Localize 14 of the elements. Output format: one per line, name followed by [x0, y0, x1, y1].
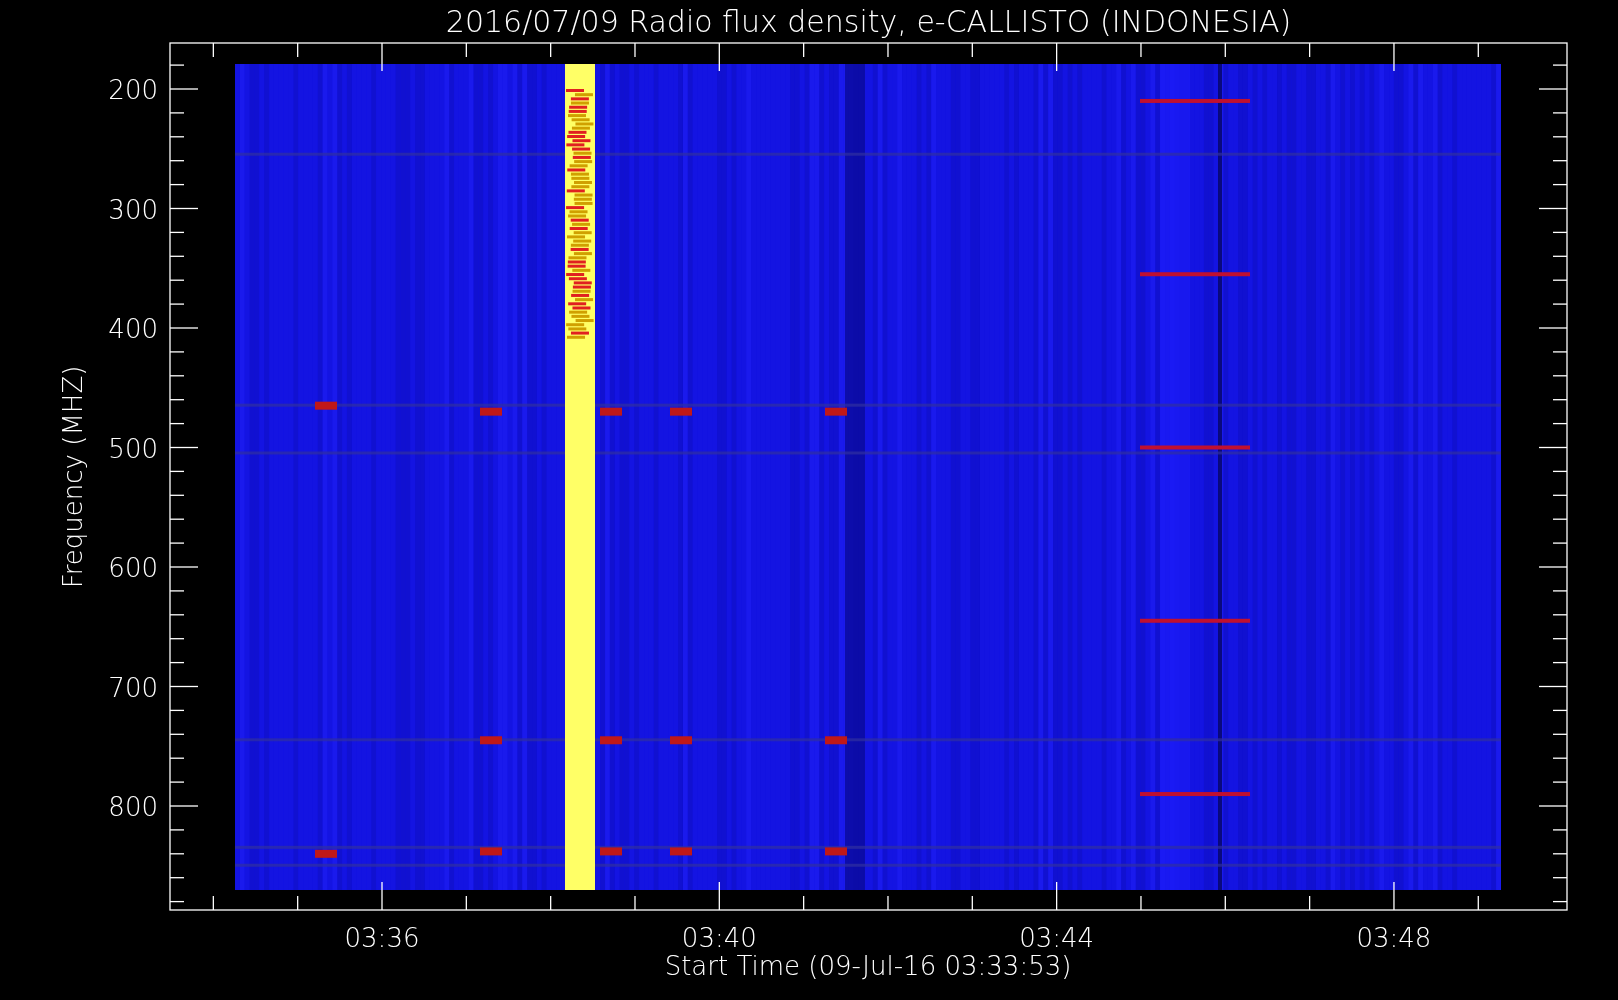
x-axis-label: Start Time (09-Jul-16 03:33:53)	[664, 951, 1072, 981]
x-tick-label: 03:36	[344, 923, 420, 953]
y-tick-label: 800	[108, 792, 158, 822]
x-tick-label: 03:44	[1019, 923, 1095, 953]
y-axis-label: Frequency (MHZ)	[58, 365, 88, 589]
y-tick-label: 700	[108, 672, 158, 703]
y-tick-label: 300	[108, 194, 158, 225]
y-tick-label: 600	[108, 553, 158, 583]
y-tick-label: 400	[108, 314, 158, 344]
chart-title: 2016/07/09 Radio flux density, e-CALLISTO (INDONESIA)	[445, 4, 1292, 39]
x-tick-label: 03:48	[1356, 923, 1432, 953]
y-tick-label: 500	[108, 433, 158, 464]
y-tick-label: 200	[108, 75, 158, 105]
x-tick-label: 03:40	[681, 923, 757, 953]
